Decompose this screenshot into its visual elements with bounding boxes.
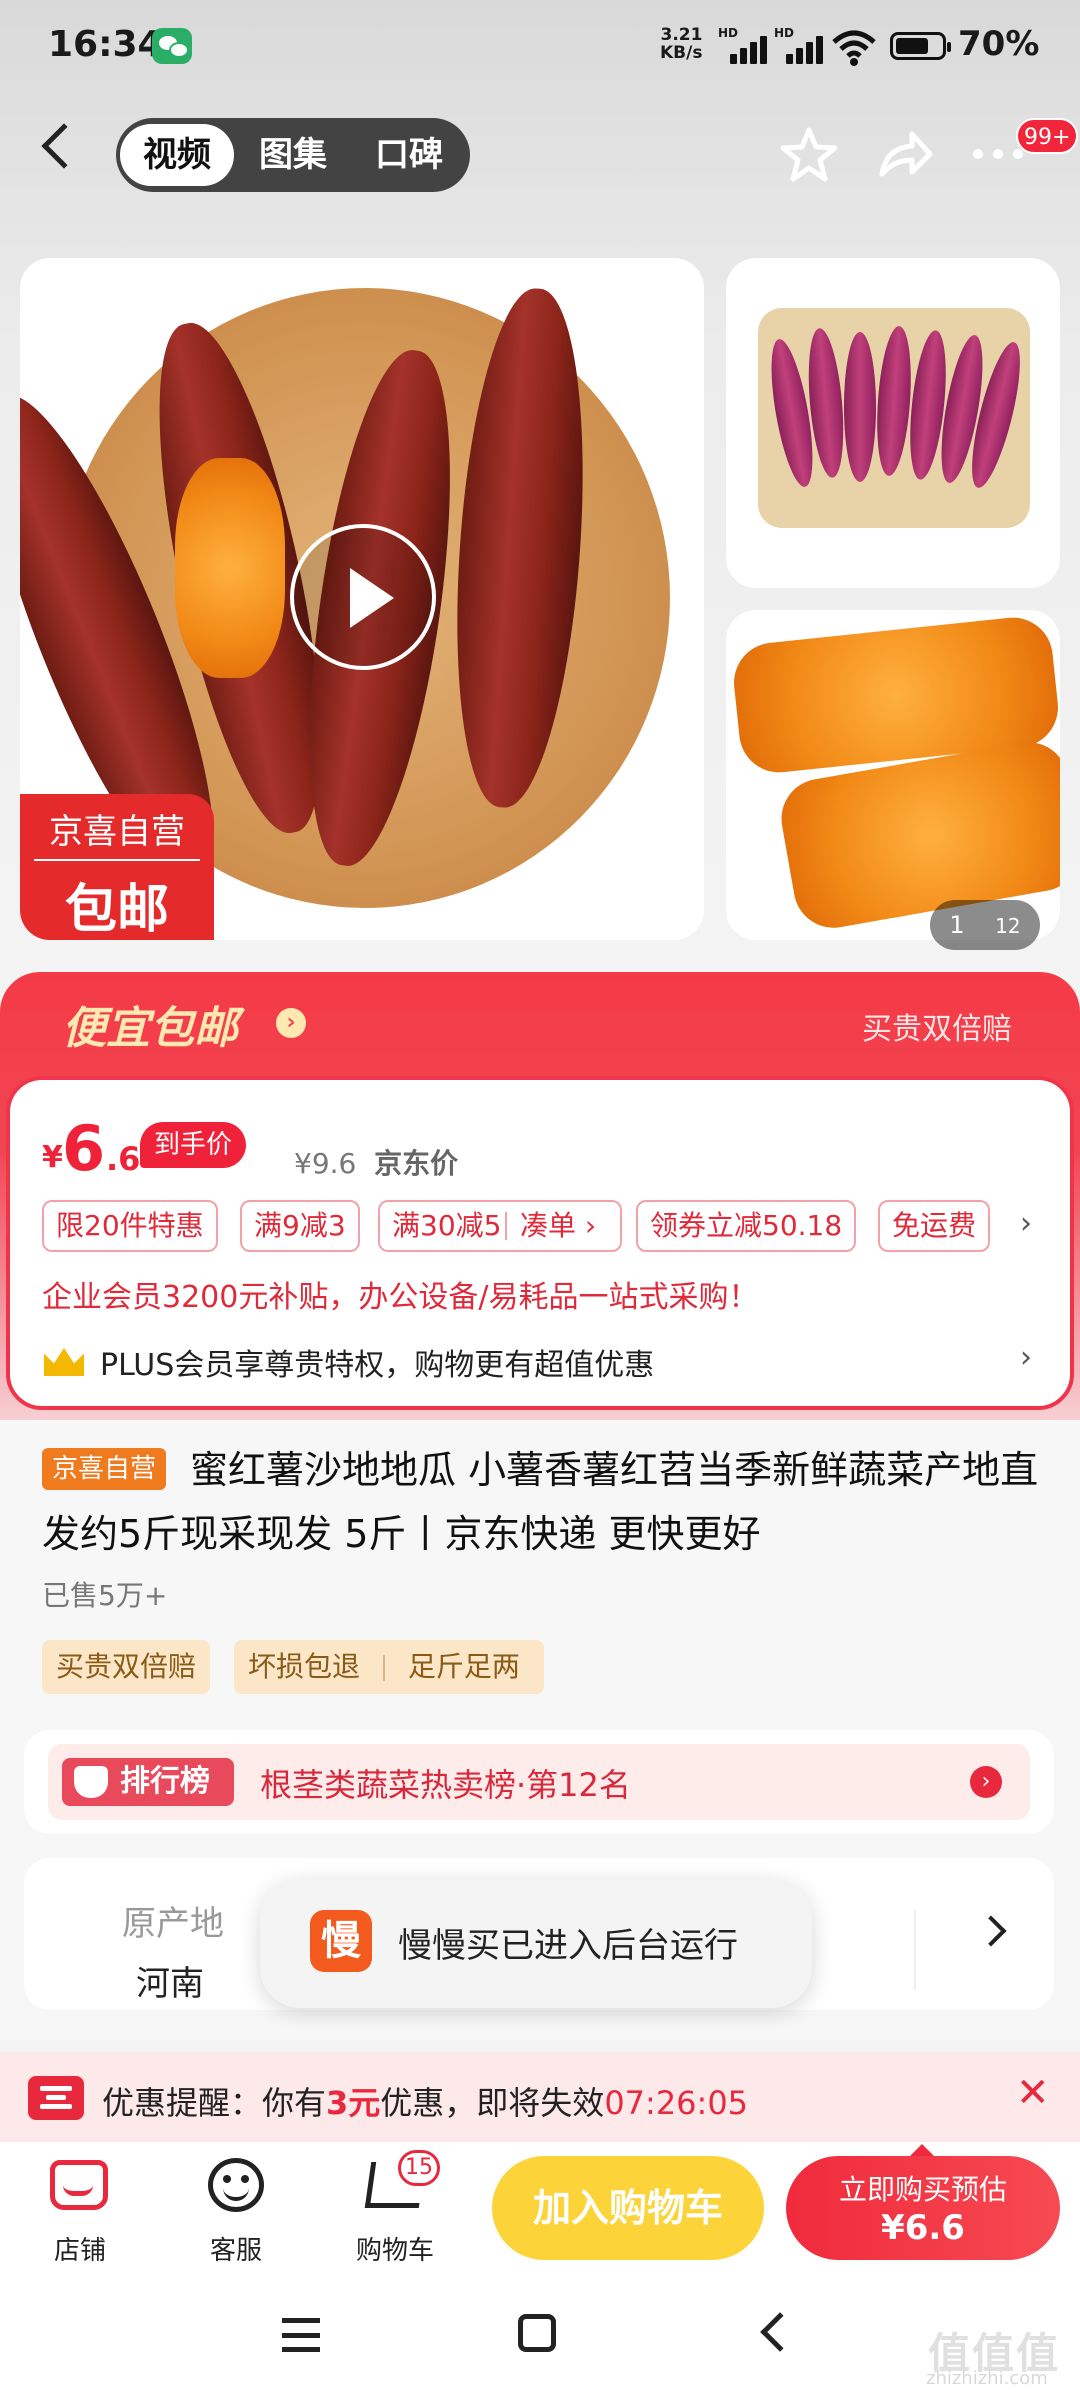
- home-icon[interactable]: [518, 2314, 556, 2352]
- potato-flesh-image: [175, 458, 285, 678]
- buy-now-label: 立即购买预估: [838, 2173, 1007, 2206]
- coupon-icon: [28, 2076, 84, 2120]
- origin-label: 原产地: [122, 1904, 224, 1944]
- customer-service-icon[interactable]: [208, 2158, 264, 2212]
- battery-icon: [890, 32, 951, 60]
- plus-member-text[interactable]: PLUS会员享尊贵特权，购物更有超值优惠: [100, 1340, 654, 1384]
- promo-tag-with-action[interactable]: 满30减5 凑单 ›: [378, 1200, 622, 1252]
- play-icon[interactable]: [290, 524, 436, 670]
- promo-tag-text: 满30减5: [392, 1209, 502, 1242]
- toast-text: 慢慢买已进入后台运行: [398, 1926, 738, 1966]
- promo-tag[interactable]: 满9减3: [240, 1200, 360, 1252]
- status-time: 16:34: [48, 24, 163, 65]
- divider: [914, 1910, 916, 1990]
- watermark-url: zhizhizhi.com: [926, 2368, 1048, 2389]
- product-title: 蜜红薯沙地地瓜 小薯香薯红苕当季新鲜蔬菜产地直发约5斤现采现发 5斤丨京东快递 …: [42, 1448, 1039, 1556]
- business-member-text[interactable]: 企业会员3200元补贴，办公设备/易耗品一站式采购！: [42, 1272, 758, 1316]
- service-tag-group[interactable]: 坏损包退 足斤足两: [234, 1640, 544, 1694]
- coupon-tag[interactable]: 领券立减50.18: [636, 1200, 857, 1252]
- chevron-right-icon[interactable]: ›: [1020, 1206, 1032, 1241]
- jd-price-label: 京东价: [374, 1147, 459, 1180]
- buy-now-price: ¥6.6: [881, 2208, 965, 2248]
- signal-icon: HD: [718, 26, 767, 64]
- ranking-logo: 排行榜: [62, 1758, 234, 1806]
- promo-title[interactable]: 便宜包邮: [62, 992, 238, 1056]
- service-tag-text: 足斤足两: [407, 1650, 520, 1683]
- price-integer: 6: [62, 1112, 106, 1185]
- menu-icon[interactable]: [282, 2318, 320, 2352]
- battery-percent: 70%: [958, 24, 1040, 64]
- star-icon[interactable]: [780, 126, 838, 184]
- message-badge: 99+: [1016, 118, 1079, 154]
- service-tag-text: 坏损包退: [248, 1650, 361, 1683]
- jx-self-badge: 京喜自营 包邮: [20, 794, 214, 940]
- origin-value: 河南: [136, 1964, 204, 2004]
- add-to-cart-button[interactable]: 加入购物车: [492, 2156, 764, 2260]
- manmanmai-app-icon: 慢: [310, 1910, 372, 1972]
- price-guarantee[interactable]: 买贵双倍赔: [862, 1004, 1012, 1048]
- gallery-thumb-2[interactable]: [726, 610, 1060, 940]
- counter-total: 12: [995, 914, 1021, 938]
- promo-tag[interactable]: 限20件特惠: [42, 1200, 218, 1252]
- customer-service-label[interactable]: 客服: [186, 2230, 286, 2267]
- gallery-counter: 1 12: [930, 900, 1040, 950]
- buy-now-button[interactable]: 立即购买预估 ¥6.6: [786, 2156, 1060, 2260]
- reminder-suffix: 优惠，即将失效: [380, 2084, 605, 2122]
- net-speed-unit: KB/s: [660, 43, 703, 63]
- hd-label: HD: [718, 26, 739, 40]
- net-speed-value: 3.21: [660, 25, 703, 45]
- status-bar: 16:34 3.21 KB/s HD HD 70%: [0, 0, 1080, 95]
- reminder-amount: 3元: [326, 2084, 381, 2122]
- price-decimal: .6: [106, 1140, 141, 1178]
- shop-label[interactable]: 店铺: [30, 2230, 130, 2267]
- badge-line2: 包邮: [64, 880, 169, 940]
- badge-line1: 京喜自营: [34, 794, 200, 861]
- more-icon[interactable]: [970, 142, 1026, 166]
- sold-count: 已售5万+: [42, 1579, 168, 1612]
- share-icon[interactable]: [876, 126, 934, 184]
- network-speed: 3.21 KB/s: [660, 26, 702, 62]
- gallery-thumb-1[interactable]: [726, 258, 1060, 588]
- jd-price-value: ¥9.6: [294, 1147, 357, 1180]
- add-on-link[interactable]: 凑单 ›: [520, 1202, 596, 1250]
- reminder-countdown: 07:26:05: [604, 2084, 749, 2122]
- cart-label[interactable]: 购物车: [345, 2230, 445, 2267]
- shop-icon[interactable]: [50, 2160, 108, 2210]
- ranking-text: 根茎类蔬菜热卖榜·第12名: [260, 1766, 631, 1804]
- chevron-right-icon[interactable]: ›: [1020, 1340, 1032, 1375]
- buy-pointer: [910, 2144, 934, 2156]
- wechat-notification-icon: [152, 28, 192, 64]
- reminder-text: 优惠提醒：你有3元优惠，即将失效07:26:05: [102, 2078, 748, 2124]
- price-symbol: ¥: [42, 1140, 63, 1175]
- self-operated-tag: 京喜自营: [42, 1448, 167, 1490]
- final-price-tag: 到手价: [140, 1122, 247, 1168]
- basket-image: [758, 308, 1030, 528]
- tab-video[interactable]: 视频: [120, 124, 234, 186]
- main-product-video[interactable]: 京喜自营 包邮: [20, 258, 704, 940]
- tab-reviews[interactable]: 口碑: [352, 124, 466, 186]
- tab-gallery[interactable]: 图集: [236, 124, 350, 186]
- service-tag[interactable]: 买贵双倍赔: [42, 1640, 211, 1694]
- jd-price: ¥9.6 京东价: [294, 1142, 458, 1182]
- signal-icon-2: HD: [774, 26, 823, 64]
- chevron-right-icon[interactable]: ›: [970, 1766, 1002, 1798]
- wifi-icon: [832, 30, 876, 66]
- reminder-prefix: 优惠提醒：你有: [102, 2084, 327, 2122]
- cart-count-badge: 15: [398, 2150, 440, 2186]
- close-icon[interactable]: ✕: [1016, 2070, 1050, 2116]
- chevron-right-icon[interactable]: ›: [276, 1008, 306, 1038]
- counter-current: 1: [949, 911, 965, 939]
- hd-label-2: HD: [774, 26, 795, 40]
- promo-tag[interactable]: 免运费: [878, 1200, 991, 1252]
